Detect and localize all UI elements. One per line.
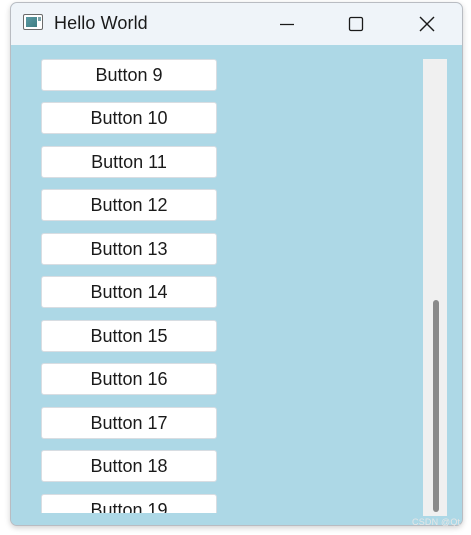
vertical-scrollbar[interactable] bbox=[423, 59, 447, 516]
button-15[interactable]: Button 15 bbox=[41, 320, 217, 352]
window-title: Hello World bbox=[54, 13, 148, 33]
title-bar[interactable]: Hello World bbox=[11, 3, 462, 45]
button-17[interactable]: Button 17 bbox=[41, 407, 217, 439]
maximize-icon bbox=[348, 16, 364, 32]
button-19[interactable]: Button 19 bbox=[41, 494, 217, 513]
maximize-button[interactable] bbox=[333, 3, 379, 45]
watermark-text: CSDN @Qt bbox=[412, 517, 461, 527]
scroll-area[interactable]: Button 9 Button 10 Button 11 Button 12 B… bbox=[11, 45, 462, 525]
app-icon bbox=[23, 14, 43, 30]
app-window: Hello World Button 9 Button 10 Button 11… bbox=[10, 2, 463, 526]
scrollbar-thumb[interactable] bbox=[433, 300, 439, 512]
close-icon bbox=[418, 15, 436, 33]
button-9[interactable]: Button 9 bbox=[41, 59, 217, 91]
button-list: Button 9 Button 10 Button 11 Button 12 B… bbox=[11, 45, 431, 513]
minimize-icon bbox=[279, 16, 295, 32]
minimize-button[interactable] bbox=[264, 3, 310, 45]
button-12[interactable]: Button 12 bbox=[41, 189, 217, 221]
button-18[interactable]: Button 18 bbox=[41, 450, 217, 482]
button-10[interactable]: Button 10 bbox=[41, 102, 217, 134]
close-button[interactable] bbox=[404, 3, 450, 45]
button-13[interactable]: Button 13 bbox=[41, 233, 217, 265]
button-14[interactable]: Button 14 bbox=[41, 276, 217, 308]
button-11[interactable]: Button 11 bbox=[41, 146, 217, 178]
button-16[interactable]: Button 16 bbox=[41, 363, 217, 395]
